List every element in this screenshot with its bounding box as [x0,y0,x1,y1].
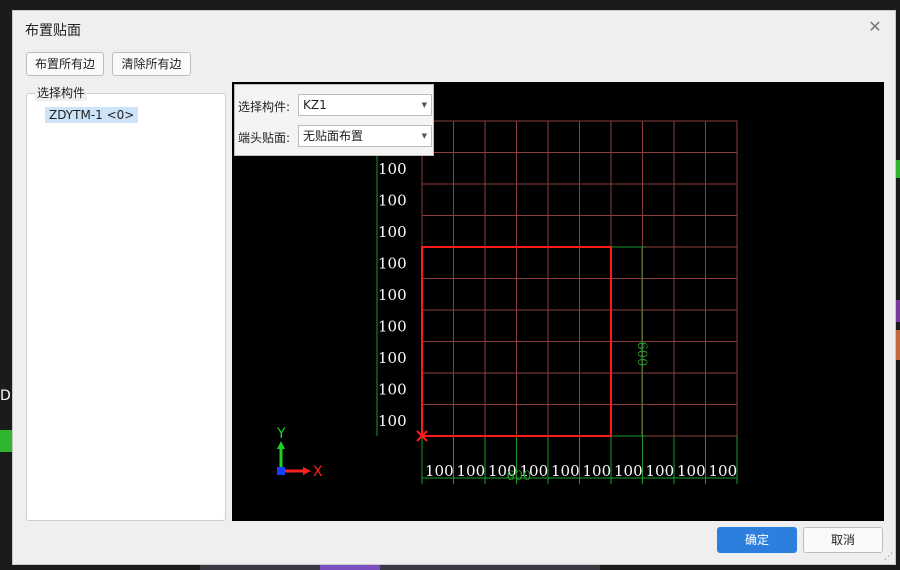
end-face-label: 端头贴面: [238,131,291,145]
component-label: 选择构件: [238,100,291,114]
ucs-y-label: Y [276,426,286,442]
close-icon[interactable]: ✕ [865,17,885,37]
ucs-x-label: X [313,464,323,480]
end-face-select[interactable]: 无贴面布置 ▼ [298,125,432,147]
ucs-origin [277,467,285,475]
clear-all-edges-button[interactable]: 清除所有边 [112,52,191,76]
layout-all-edges-button[interactable]: 布置所有边 [26,52,104,76]
component-select-value: KZ1 [303,98,327,112]
left-dimension-label: 100 [378,381,407,399]
left-dimension-label: 100 [378,255,407,273]
component-select[interactable]: KZ1 ▼ [298,94,432,116]
bottom-dimension-label: 100 [425,462,454,480]
left-dimension-label: 100 [378,160,407,178]
component-tree-panel: 选择构件 ZDYTM-1 <0> [26,84,226,521]
layout-facing-dialog: 布置贴面 ✕ 布置所有边 清除所有边 选择构件 ZDYTM-1 <0> 100 1… [12,10,896,565]
bottom-dimension-label: 100 [614,462,643,480]
chevron-down-icon: ▼ [421,132,427,140]
ok-button[interactable]: 确定 [717,527,797,553]
left-dimension-label: 100 [378,192,407,210]
ucs-x-arrow [303,467,311,475]
tree-item-zdytm-1[interactable]: ZDYTM-1 <0> [45,107,139,123]
tree-legend: 选择构件 [35,84,88,101]
bottom-dimension-label: 100 [551,462,580,480]
resize-grip-icon[interactable]: ⋰ [884,552,893,562]
left-dimension-label: 100 [378,412,407,430]
chevron-down-icon: ▼ [421,101,427,109]
bottom-dimension-label: 100 [457,462,486,480]
left-dimension-label: 100 [378,349,407,367]
drawing-canvas[interactable]: 100 100 100 100 100 100 100 100 100 100 100 100 100 1… [232,82,884,521]
left-dimension-label: 100 [378,318,407,336]
bottom-dimension-label: 100 [709,462,738,480]
left-dimension-label: 100 [378,223,407,241]
rect-height-dimension: 600 [634,342,649,367]
bottom-dimension-label: 100 [646,462,675,480]
end-face-select-value: 无贴面布置 [303,129,364,143]
dialog-title: 布置贴面 [25,23,81,39]
cancel-button[interactable]: 取消 [803,527,883,553]
ucs-y-arrow [277,441,285,449]
left-dimension-label: 100 [378,286,407,304]
component-form: 选择构件: KZ1 ▼ 端头贴面: 无贴面布置 ▼ [234,84,434,156]
bottom-dimension-label: 100 [583,462,612,480]
bottom-dimension-label: 100 [677,462,706,480]
rect-width-dimension: 600 [507,469,532,484]
bg-label: D [0,388,11,404]
